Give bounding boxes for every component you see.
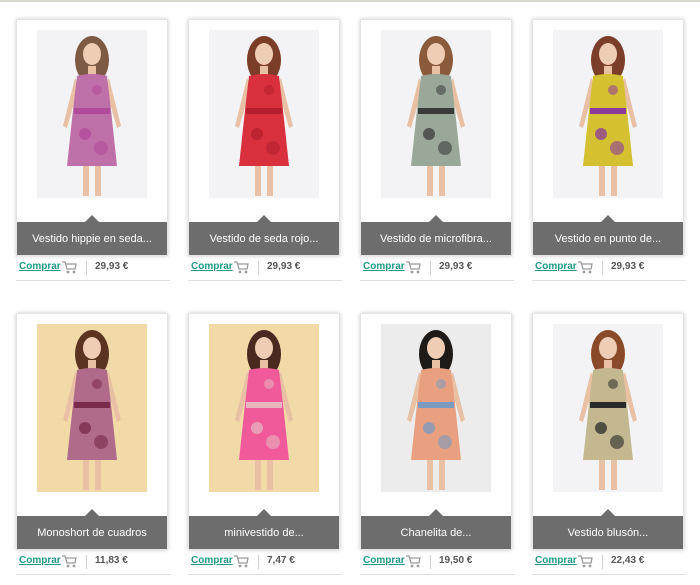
shopping-cart-icon[interactable] <box>405 554 421 568</box>
product-name-link[interactable]: Monoshort de cuadros <box>17 509 167 549</box>
product-card: Vestido blusón... <box>532 313 684 550</box>
buy-link[interactable]: Comprar <box>191 261 233 272</box>
buy-link[interactable]: Comprar <box>191 555 233 566</box>
buy-link[interactable]: Comprar <box>363 555 405 566</box>
product-price: 29,93 € <box>267 261 301 272</box>
product-price: 19,50 € <box>439 555 473 566</box>
product-name-link[interactable]: Vestido de microfibra... <box>361 215 511 255</box>
product-card: Vestido de microfibra... <box>360 19 512 256</box>
product-photo[interactable] <box>209 30 319 198</box>
divider <box>258 555 259 569</box>
product-name-link[interactable]: Vestido blusón... <box>533 509 683 549</box>
product-photo[interactable] <box>37 324 147 492</box>
product-price: 29,93 € <box>439 261 473 272</box>
product-card: Vestido hippie en seda... <box>16 19 168 256</box>
shopping-cart-icon[interactable] <box>233 554 249 568</box>
shopping-cart-icon[interactable] <box>405 260 421 274</box>
buy-link[interactable]: Comprar <box>19 261 61 272</box>
product-card: Vestido en punto de... <box>532 19 684 256</box>
shopping-cart-icon[interactable] <box>61 260 77 274</box>
shopping-cart-icon[interactable] <box>233 260 249 274</box>
divider <box>86 555 87 569</box>
product-card: Chanelita de... <box>360 313 512 550</box>
product-photo[interactable] <box>209 324 319 492</box>
product-photo[interactable] <box>381 30 491 198</box>
product-price: 11,83 € <box>95 555 128 566</box>
buy-row: Comprar 29,93 € <box>16 258 170 281</box>
shopping-cart-icon[interactable] <box>577 260 593 274</box>
buy-row: Comprar 11,83 € <box>16 552 170 575</box>
product-name-link[interactable]: Vestido de seda rojo... <box>189 215 339 255</box>
buy-link[interactable]: Comprar <box>535 555 577 566</box>
product-name-link[interactable]: minivestido de... <box>189 509 339 549</box>
buy-link[interactable]: Comprar <box>19 555 61 566</box>
divider <box>258 261 259 275</box>
divider <box>430 261 431 275</box>
product-photo[interactable] <box>37 30 147 198</box>
divider <box>430 555 431 569</box>
buy-row: Comprar 19,50 € <box>360 552 514 575</box>
shopping-cart-icon[interactable] <box>577 554 593 568</box>
product-card: Monoshort de cuadros <box>16 313 168 550</box>
product-price: 29,93 € <box>611 261 645 272</box>
product-name-link[interactable]: Vestido hippie en seda... <box>17 215 167 255</box>
product-photo[interactable] <box>553 324 663 492</box>
product-price: 29,93 € <box>95 261 129 272</box>
product-price: 22,43 € <box>611 555 645 566</box>
product-grid: Vestido hippie en seda... Comprar 29,93 … <box>0 0 700 585</box>
product-photo[interactable] <box>381 324 491 492</box>
buy-row: Comprar 29,93 € <box>188 258 342 281</box>
buy-row: Comprar 29,93 € <box>532 258 686 281</box>
product-name-link[interactable]: Vestido en punto de... <box>533 215 683 255</box>
product-price: 7,47 € <box>267 555 295 566</box>
buy-row: Comprar 22,43 € <box>532 552 686 575</box>
product-card: Vestido de seda rojo... <box>188 19 340 256</box>
buy-link[interactable]: Comprar <box>535 261 577 272</box>
divider <box>602 261 603 275</box>
divider <box>86 261 87 275</box>
divider <box>602 555 603 569</box>
buy-row: Comprar 7,47 € <box>188 552 342 575</box>
product-card: minivestido de... <box>188 313 340 550</box>
buy-row: Comprar 29,93 € <box>360 258 514 281</box>
product-photo[interactable] <box>553 30 663 198</box>
product-name-link[interactable]: Chanelita de... <box>361 509 511 549</box>
shopping-cart-icon[interactable] <box>61 554 77 568</box>
buy-link[interactable]: Comprar <box>363 261 405 272</box>
